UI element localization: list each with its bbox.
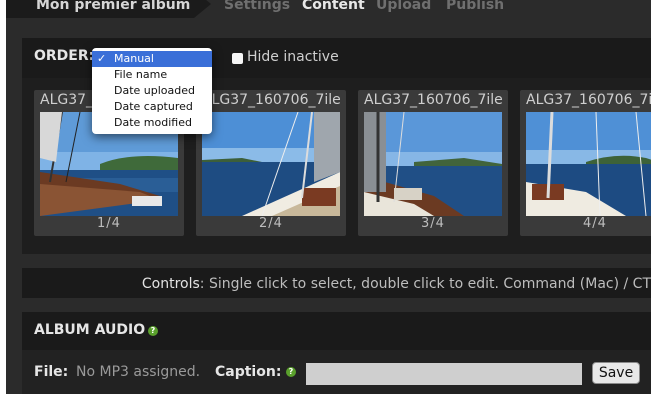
caption-input[interactable] [306, 363, 582, 385]
save-button[interactable]: Save [592, 362, 640, 384]
photo-thumbnail[interactable]: ALG37_160706_7ile 2/4 [196, 90, 346, 236]
controls-hint-bar: Controls: Single click to select, double… [22, 268, 651, 298]
app-frame: Mon premier album Settings Content Uploa… [6, 0, 651, 394]
hide-inactive-label[interactable]: Hide inactive [247, 49, 339, 65]
controls-label: Controls [141, 276, 200, 292]
order-option-date-modified[interactable]: Date modified [92, 115, 212, 131]
thumbnail-position: 4/4 [583, 216, 607, 231]
thumbnail-position: 1/4 [97, 216, 121, 231]
caption-label: Caption: [215, 364, 282, 380]
thumbnail-title: ALG37_160706_7ile [364, 92, 503, 108]
order-option-manual[interactable]: ✓ Manual [92, 51, 212, 67]
top-navigation: Mon premier album Settings Content Uploa… [6, 0, 651, 18]
controls-description: : Single click to select, double click t… [199, 276, 651, 292]
file-label: File: [34, 364, 69, 380]
audio-file-row: File: No MP3 assigned. Caption: ? Save [22, 350, 651, 394]
option-label: Manual [114, 52, 154, 65]
album-title-tab[interactable]: Mon premier album [6, 0, 211, 18]
checkmark-icon: ✓ [97, 52, 107, 65]
file-value: No MP3 assigned. [76, 364, 201, 380]
photo-thumbnail[interactable]: ALG37_160706_7ile 3/4 [358, 90, 508, 236]
thumbnail-position: 2/4 [259, 216, 283, 231]
photo-image[interactable] [202, 112, 340, 216]
order-label: ORDER: [34, 48, 95, 64]
thumbnail-position: 3/4 [421, 216, 445, 231]
order-option-date-uploaded[interactable]: Date uploaded [92, 83, 212, 99]
controls-hint: Controls: Single click to select, double… [142, 276, 651, 292]
tab-upload[interactable]: Upload [376, 0, 431, 20]
thumbnail-title: ALG37_160706_7ile [202, 92, 341, 108]
photo-image[interactable] [364, 112, 502, 216]
order-option-file-name[interactable]: File name [92, 67, 212, 83]
photo-image[interactable] [526, 112, 651, 216]
album-audio-panel: ALBUM AUDIO ? File: No MP3 assigned. Cap… [22, 312, 651, 394]
tab-settings[interactable]: Settings [224, 0, 290, 20]
order-option-date-captured[interactable]: Date captured [92, 99, 212, 115]
hide-inactive-checkbox[interactable] [232, 53, 243, 64]
album-audio-heading: ALBUM AUDIO [34, 322, 146, 338]
tab-publish[interactable]: Publish [446, 0, 504, 20]
tab-content[interactable]: Content [302, 0, 365, 20]
order-dropdown-menu[interactable]: ✓ Manual File name Date uploaded Date ca… [92, 48, 212, 134]
caption-help-icon[interactable]: ? [286, 367, 296, 377]
photo-thumbnail[interactable]: ALG37_160706_7ile 4/4 [520, 90, 651, 236]
thumbnail-title: ALG37_160706_7ile [526, 92, 651, 108]
help-icon[interactable]: ? [148, 326, 158, 336]
